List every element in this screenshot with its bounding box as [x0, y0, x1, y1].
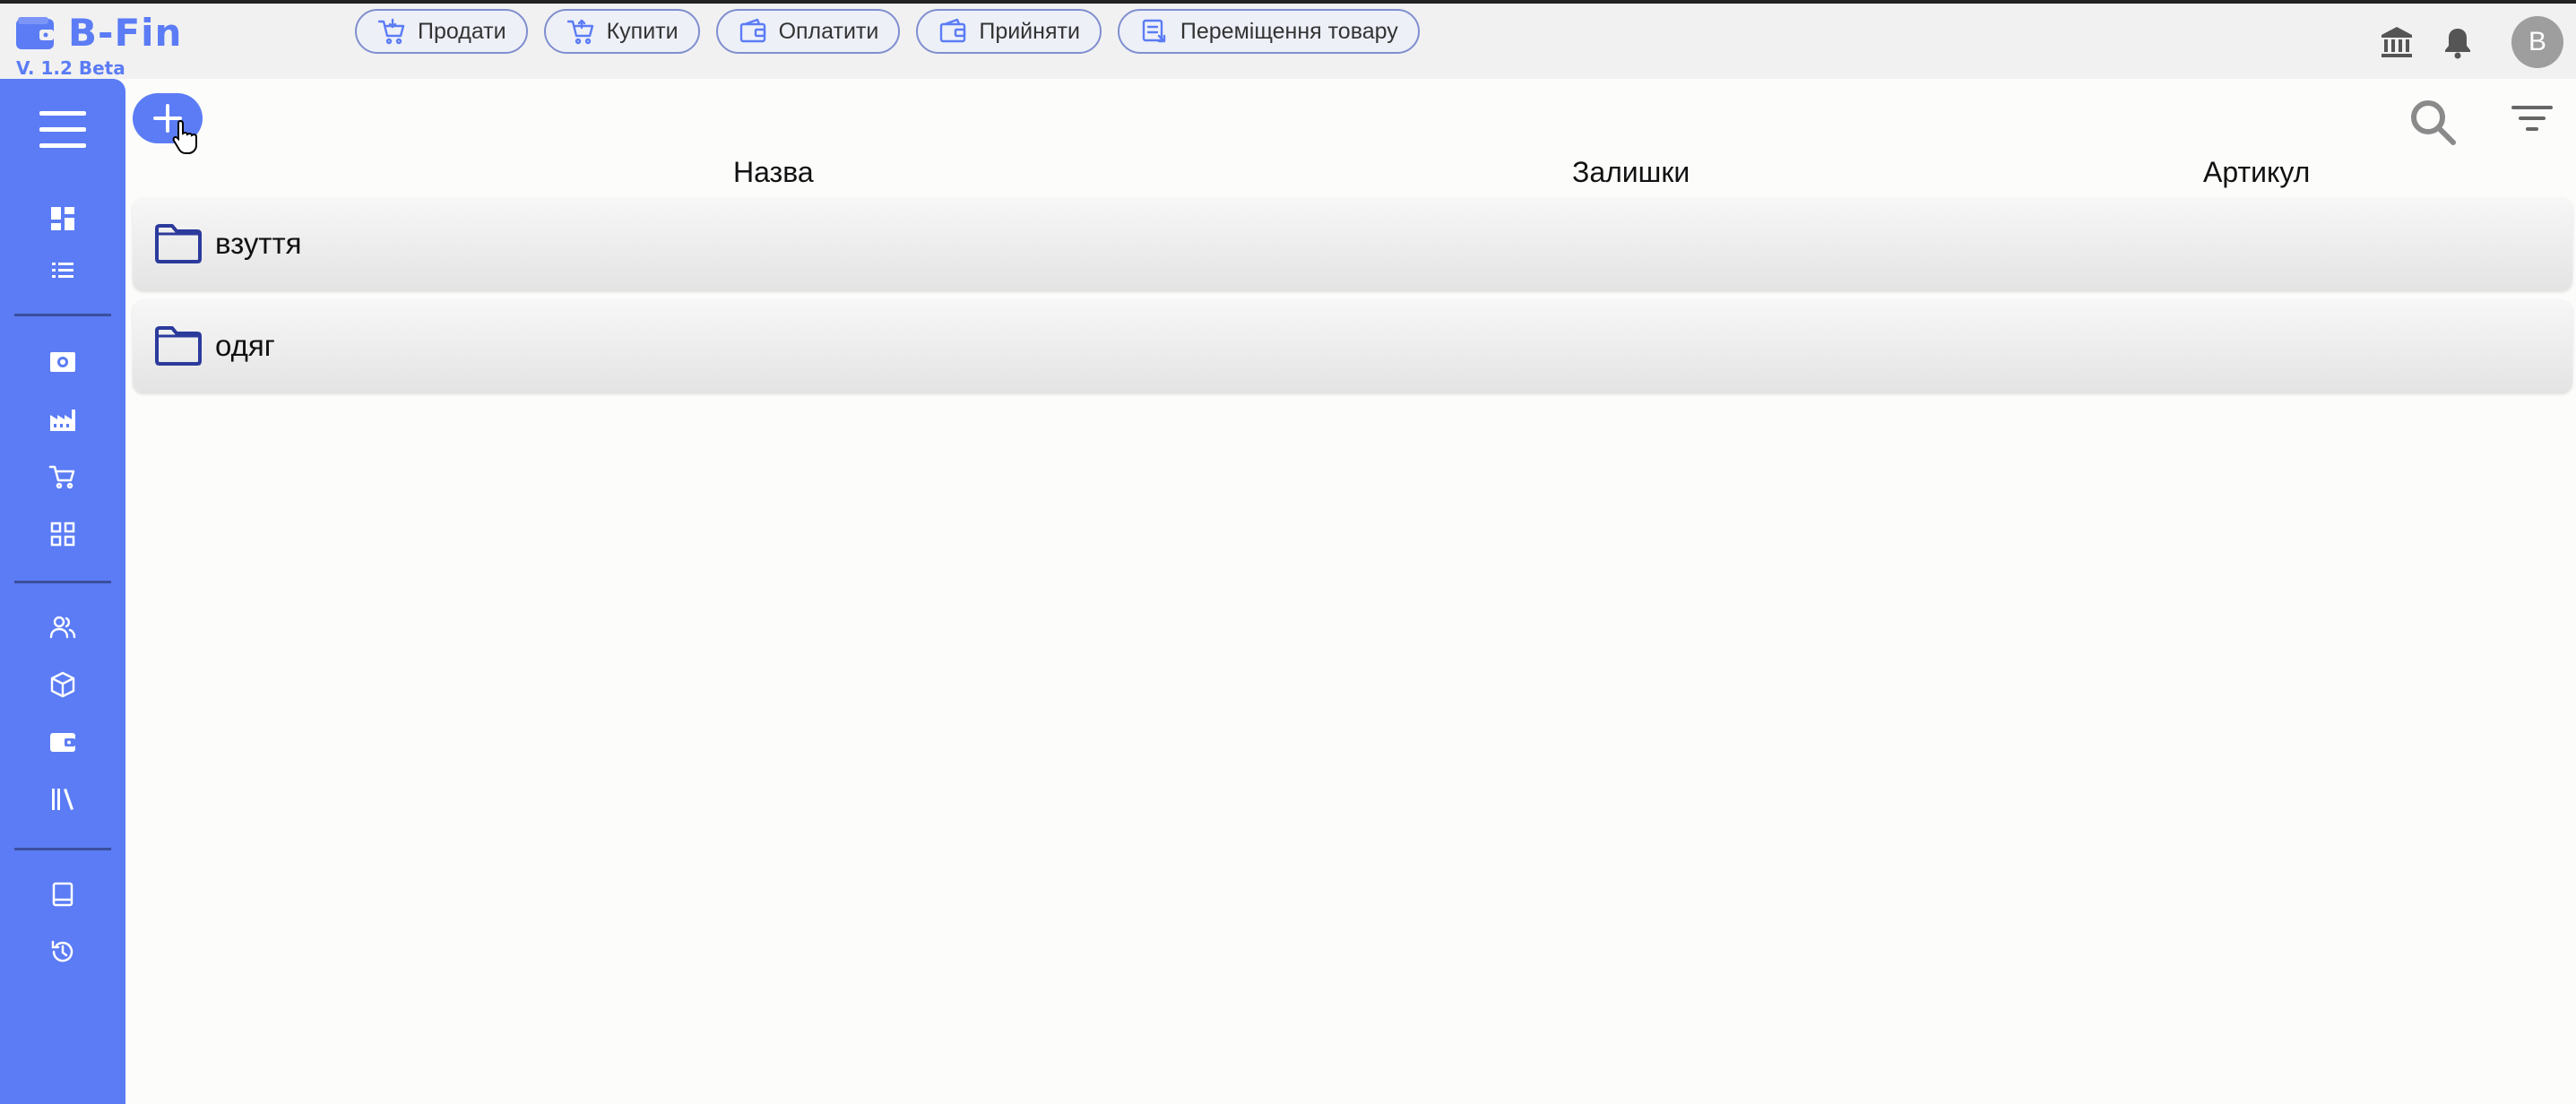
bell-icon[interactable] — [2440, 24, 2476, 60]
table-row[interactable]: одяг — [133, 299, 2572, 392]
cart-icon — [376, 16, 407, 47]
row-name: взуття — [215, 227, 302, 260]
sell-button-label: Продати — [418, 18, 506, 44]
cart-icon — [566, 16, 596, 47]
row-name: одяг — [215, 329, 275, 362]
cash-icon[interactable] — [45, 344, 81, 380]
grid-icon[interactable] — [45, 516, 81, 552]
column-header-stock[interactable]: Залишки — [1572, 156, 1690, 189]
cart-icon[interactable] — [45, 459, 81, 495]
pay-button[interactable]: Оплатити — [715, 9, 901, 54]
menu-toggle-icon[interactable] — [39, 111, 86, 151]
search-icon[interactable] — [2406, 95, 2459, 149]
app-title: B-Fin — [68, 11, 183, 55]
library-icon[interactable] — [45, 781, 81, 817]
sidebar — [0, 79, 125, 1104]
transfer-goods-button-label: Переміщення товару — [1180, 18, 1398, 44]
app-logo[interactable]: B-Fin — [14, 11, 182, 55]
quick-actions: Продати Купити Оплатити Прийняти Переміщ… — [355, 9, 1420, 54]
table-row[interactable]: взуття — [133, 197, 2572, 290]
column-header-sku[interactable]: Артикул — [2203, 156, 2310, 189]
factory-icon[interactable] — [45, 401, 81, 437]
user-avatar[interactable]: B — [2511, 16, 2563, 68]
app-version: V. 1.2 Beta — [16, 57, 125, 79]
top-header: B-Fin V. 1.2 Beta Продати Купити Оплатит… — [0, 4, 2576, 79]
dashboard-icon[interactable] — [45, 201, 81, 237]
folder-icon — [155, 326, 202, 366]
people-icon[interactable] — [45, 609, 81, 645]
sidebar-divider — [14, 581, 111, 583]
wallet-icon — [738, 16, 768, 47]
sidebar-divider — [14, 314, 111, 316]
main-content: Назва Залишки Артикул взуття одяг — [131, 79, 2576, 1104]
header-right-tools: B — [2379, 16, 2563, 68]
transfer-goods-button[interactable]: Переміщення товару — [1117, 9, 1420, 54]
sell-button[interactable]: Продати — [355, 9, 528, 54]
transfer-icon — [1139, 16, 1170, 47]
wallet-icon[interactable] — [45, 724, 81, 760]
buy-button-label: Купити — [606, 18, 679, 44]
pay-button-label: Оплатити — [778, 18, 879, 44]
buy-button[interactable]: Купити — [543, 9, 700, 54]
receive-button[interactable]: Прийняти — [916, 9, 1102, 54]
list-icon[interactable] — [45, 253, 81, 289]
box-icon[interactable] — [45, 667, 81, 703]
filter-icon[interactable] — [2510, 100, 2554, 140]
bank-icon[interactable] — [2379, 24, 2415, 60]
history-icon[interactable] — [45, 934, 81, 970]
column-header-name[interactable]: Назва — [733, 156, 814, 189]
wallet-logo-icon — [14, 15, 56, 51]
receive-button-label: Прийняти — [979, 18, 1080, 44]
pointer-cursor-icon — [170, 118, 201, 154]
sidebar-divider — [14, 848, 111, 850]
wallet-icon — [938, 16, 968, 47]
book-icon[interactable] — [45, 876, 81, 912]
folder-icon — [155, 224, 202, 263]
